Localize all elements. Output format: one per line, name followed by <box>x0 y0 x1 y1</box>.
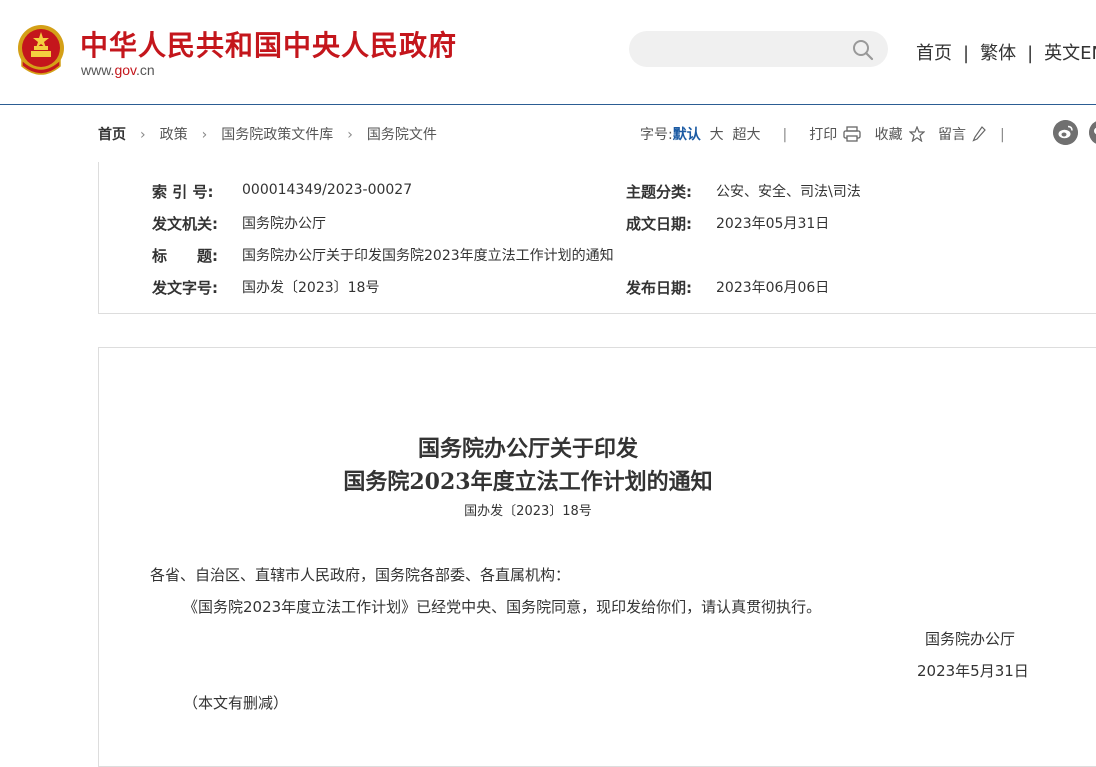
pencil-icon[interactable] <box>972 126 986 142</box>
breadcrumb-state-council-docs[interactable]: 国务院文件 <box>367 127 437 143</box>
article-signature: 国务院办公厅 <box>925 630 1016 648</box>
article-body-paragraph: 《国务院2023年度立法工作计划》已经党中央、国务院同意，现印发给你们，请认真贯… <box>183 598 822 616</box>
issuing-agency-label: 发文机关: <box>152 215 218 233</box>
comment-button[interactable]: 留言 <box>938 127 966 143</box>
search-icon[interactable] <box>852 39 874 61</box>
article-date: 2023年5月31日 <box>917 662 1029 680</box>
article-document-number: 国办发〔2023〕18号 <box>464 504 592 519</box>
domain-prefix: www. <box>81 62 115 78</box>
site-domain: www.gov.cn <box>81 62 155 78</box>
site-header: 中华人民共和国中央人民政府 www.gov.cn 首页 | 繁体 | 英文EN <box>0 0 1096 105</box>
article-title-line2: 国务院2023年度立法工作计划的通知 <box>343 469 713 495</box>
article-title-line1: 国务院办公厅关于印发 <box>417 436 638 462</box>
page-tools: 字号:默认 大 超大 | 打印 收藏 留言 | <box>640 124 1005 144</box>
title-value: 国务院办公厅关于印发国务院2023年度立法工作计划的通知 <box>242 248 614 264</box>
document-number-value: 国办发〔2023〕18号 <box>242 280 380 296</box>
wechat-share-icon[interactable] <box>1089 120 1096 145</box>
breadcrumb-policy[interactable]: 政策 <box>160 127 188 143</box>
article-note: （本文有删减） <box>183 694 289 712</box>
search-box <box>629 31 888 67</box>
domain-suffix: .cn <box>136 62 155 78</box>
date-written-label: 成文日期: <box>626 215 692 233</box>
nav-traditional[interactable]: 繁体 <box>980 43 1016 64</box>
tools-separator: | <box>999 127 1005 143</box>
topic-category-value: 公安、安全、司法\司法 <box>716 184 861 200</box>
printer-icon[interactable] <box>843 126 861 142</box>
topic-category-label: 主题分类: <box>626 183 692 201</box>
publish-date-value: 2023年06月06日 <box>716 280 830 296</box>
top-nav: 首页 | 繁体 | 英文EN <box>916 39 1096 65</box>
index-number-value: 000014349/2023-00027 <box>242 182 413 198</box>
site-title[interactable]: 中华人民共和国中央人民政府 <box>80 24 457 64</box>
title-label: 标 题: <box>152 247 218 265</box>
nav-separator: | <box>963 43 970 64</box>
breadcrumb-arrow-icon: › <box>347 127 353 143</box>
font-large-button[interactable]: 大 <box>710 127 724 143</box>
breadcrumb-arrow-icon: › <box>140 127 146 143</box>
domain-gov: gov <box>114 62 136 78</box>
date-written-value: 2023年05月31日 <box>716 216 830 232</box>
weibo-share-icon[interactable] <box>1053 120 1078 145</box>
breadcrumb-policy-library[interactable]: 国务院政策文件库 <box>221 127 333 143</box>
font-size-label: 字号: <box>640 127 673 143</box>
document-info-table: 索 引 号: 000014349/2023-00027 主题分类: 公安、安全、… <box>98 162 1096 314</box>
national-emblem-icon[interactable] <box>16 24 66 76</box>
nav-home[interactable]: 首页 <box>916 43 952 64</box>
tools-separator: | <box>782 127 788 143</box>
breadcrumb-home[interactable]: 首页 <box>98 127 126 143</box>
issuing-agency-value: 国务院办公厅 <box>242 216 326 232</box>
breadcrumb: 首页 › 政策 › 国务院政策文件库 › 国务院文件 <box>98 124 437 144</box>
collect-button[interactable]: 收藏 <box>875 127 903 143</box>
font-default-button[interactable]: 默认 <box>673 127 701 143</box>
breadcrumb-arrow-icon: › <box>201 127 208 143</box>
nav-separator: | <box>1027 43 1034 64</box>
index-number-label: 索 引 号: <box>152 183 214 201</box>
nav-english[interactable]: 英文EN <box>1044 43 1096 64</box>
search-input[interactable] <box>643 37 847 63</box>
publish-date-label: 发布日期: <box>626 279 692 297</box>
document-number-label: 发文字号: <box>152 279 218 297</box>
font-xlarge-button[interactable]: 超大 <box>733 127 761 143</box>
article-salutation: 各省、自治区、直辖市人民政府，国务院各部委、各直属机构： <box>150 566 571 584</box>
print-button[interactable]: 打印 <box>809 127 837 143</box>
star-icon[interactable] <box>908 126 925 142</box>
